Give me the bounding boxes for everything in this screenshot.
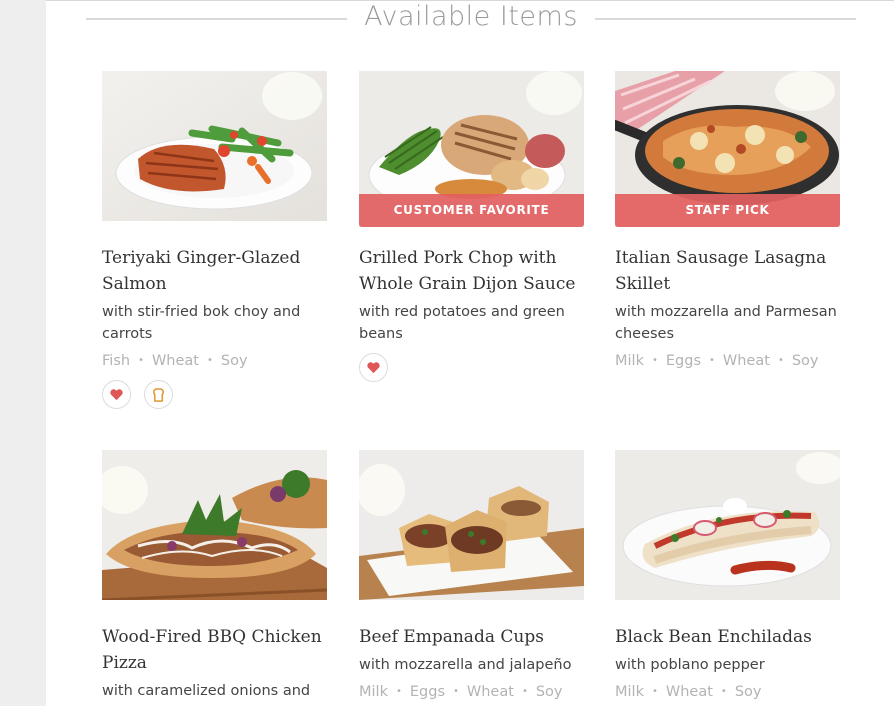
- meal-name[interactable]: Teriyaki Ginger-Glazed Salmon: [102, 245, 327, 297]
- allergen-tag: Fish: [102, 353, 131, 369]
- menu-item-card[interactable]: Teriyaki Ginger-Glazed Salmon with stir-…: [102, 71, 327, 409]
- header-rule-left: [86, 18, 347, 20]
- allergen-tag: Soy: [535, 684, 563, 700]
- meal-photo[interactable]: CUSTOMER FAVORITE: [359, 71, 584, 227]
- header-rule-right: [595, 18, 856, 20]
- separator-dot: •: [138, 355, 144, 366]
- separator-dot: •: [651, 686, 658, 697]
- menu-item-card[interactable]: Beef Empanada Cups with mozzarella and j…: [359, 450, 584, 700]
- separator-dot: •: [720, 686, 727, 697]
- section-title: Available Items: [364, 1, 578, 32]
- allergen-tag: Milk: [359, 684, 388, 700]
- meal-description: with caramelized onions and: [102, 683, 311, 699]
- separator-dot: •: [651, 355, 658, 366]
- separator-dot: •: [207, 355, 213, 366]
- heart-icon[interactable]: [102, 380, 131, 409]
- allergen-tag: Wheat: [665, 684, 713, 700]
- menu-item-card[interactable]: STAFF PICK Italian Sausage Lasagna Skill…: [615, 71, 840, 369]
- meal-description: with poblano pepper: [615, 657, 765, 673]
- staff-pick-badge: STAFF PICK: [615, 194, 840, 227]
- meal-photo[interactable]: [102, 71, 327, 221]
- meal-description: with red potatoes and green beans: [359, 304, 565, 342]
- section-header: Available Items: [86, 0, 856, 40]
- allergen-tag: Soy: [791, 353, 819, 369]
- separator-dot: •: [777, 355, 784, 366]
- allergen-list: Fish • Wheat • Soy: [102, 353, 327, 369]
- meal-name[interactable]: Grilled Pork Chop with Whole Grain Dijon…: [359, 245, 584, 297]
- meal-photo[interactable]: [359, 450, 584, 600]
- separator-dot: •: [453, 686, 459, 697]
- meal-name[interactable]: Wood-Fired BBQ Chicken Pizza: [102, 624, 327, 676]
- customer-favorite-badge: CUSTOMER FAVORITE: [359, 194, 584, 227]
- meal-description: with mozzarella and jalapeño: [359, 657, 572, 673]
- allergen-list: Milk • Wheat • Soy: [615, 684, 840, 700]
- allergen-tag: Soy: [734, 684, 762, 700]
- separator-dot: •: [709, 355, 715, 366]
- heart-icon[interactable]: [359, 353, 388, 382]
- meal-description: with stir-fried bok choy and carrots: [102, 304, 301, 342]
- page-gutter: [0, 0, 46, 706]
- allergen-tag: Wheat: [151, 353, 199, 369]
- allergen-tag: Wheat: [722, 353, 770, 369]
- allergen-tag: Eggs: [409, 684, 445, 700]
- meal-name[interactable]: Italian Sausage Lasagna Skillet: [615, 245, 840, 297]
- menu-item-card[interactable]: Black Bean Enchiladas with poblano peppe…: [615, 450, 840, 700]
- allergen-tag: Soy: [220, 353, 248, 369]
- allergen-list: Milk • Eggs • Wheat • Soy: [615, 353, 840, 369]
- allergen-tag: Wheat: [466, 684, 514, 700]
- separator-dot: •: [395, 686, 402, 697]
- meal-name[interactable]: Beef Empanada Cups: [359, 624, 584, 650]
- feature-icons: [359, 353, 584, 382]
- separator-dot: •: [521, 686, 528, 697]
- meal-photo[interactable]: STAFF PICK: [615, 71, 840, 227]
- meal-photo[interactable]: [102, 450, 327, 600]
- feature-icons: [102, 380, 327, 409]
- allergen-tag: Milk: [615, 353, 644, 369]
- allergen-list: Milk • Eggs • Wheat • Soy: [359, 684, 584, 700]
- meal-photo[interactable]: [615, 450, 840, 600]
- allergen-tag: Eggs: [665, 353, 701, 369]
- menu-item-card[interactable]: CUSTOMER FAVORITE Grilled Pork Chop with…: [359, 71, 584, 382]
- meal-description: with mozzarella and Parmesan cheeses: [615, 304, 837, 342]
- menu-item-card[interactable]: Wood-Fired BBQ Chicken Pizza with carame…: [102, 450, 327, 702]
- meal-name[interactable]: Black Bean Enchiladas: [615, 624, 840, 650]
- allergen-tag: Milk: [615, 684, 644, 700]
- bread-icon[interactable]: [144, 380, 173, 409]
